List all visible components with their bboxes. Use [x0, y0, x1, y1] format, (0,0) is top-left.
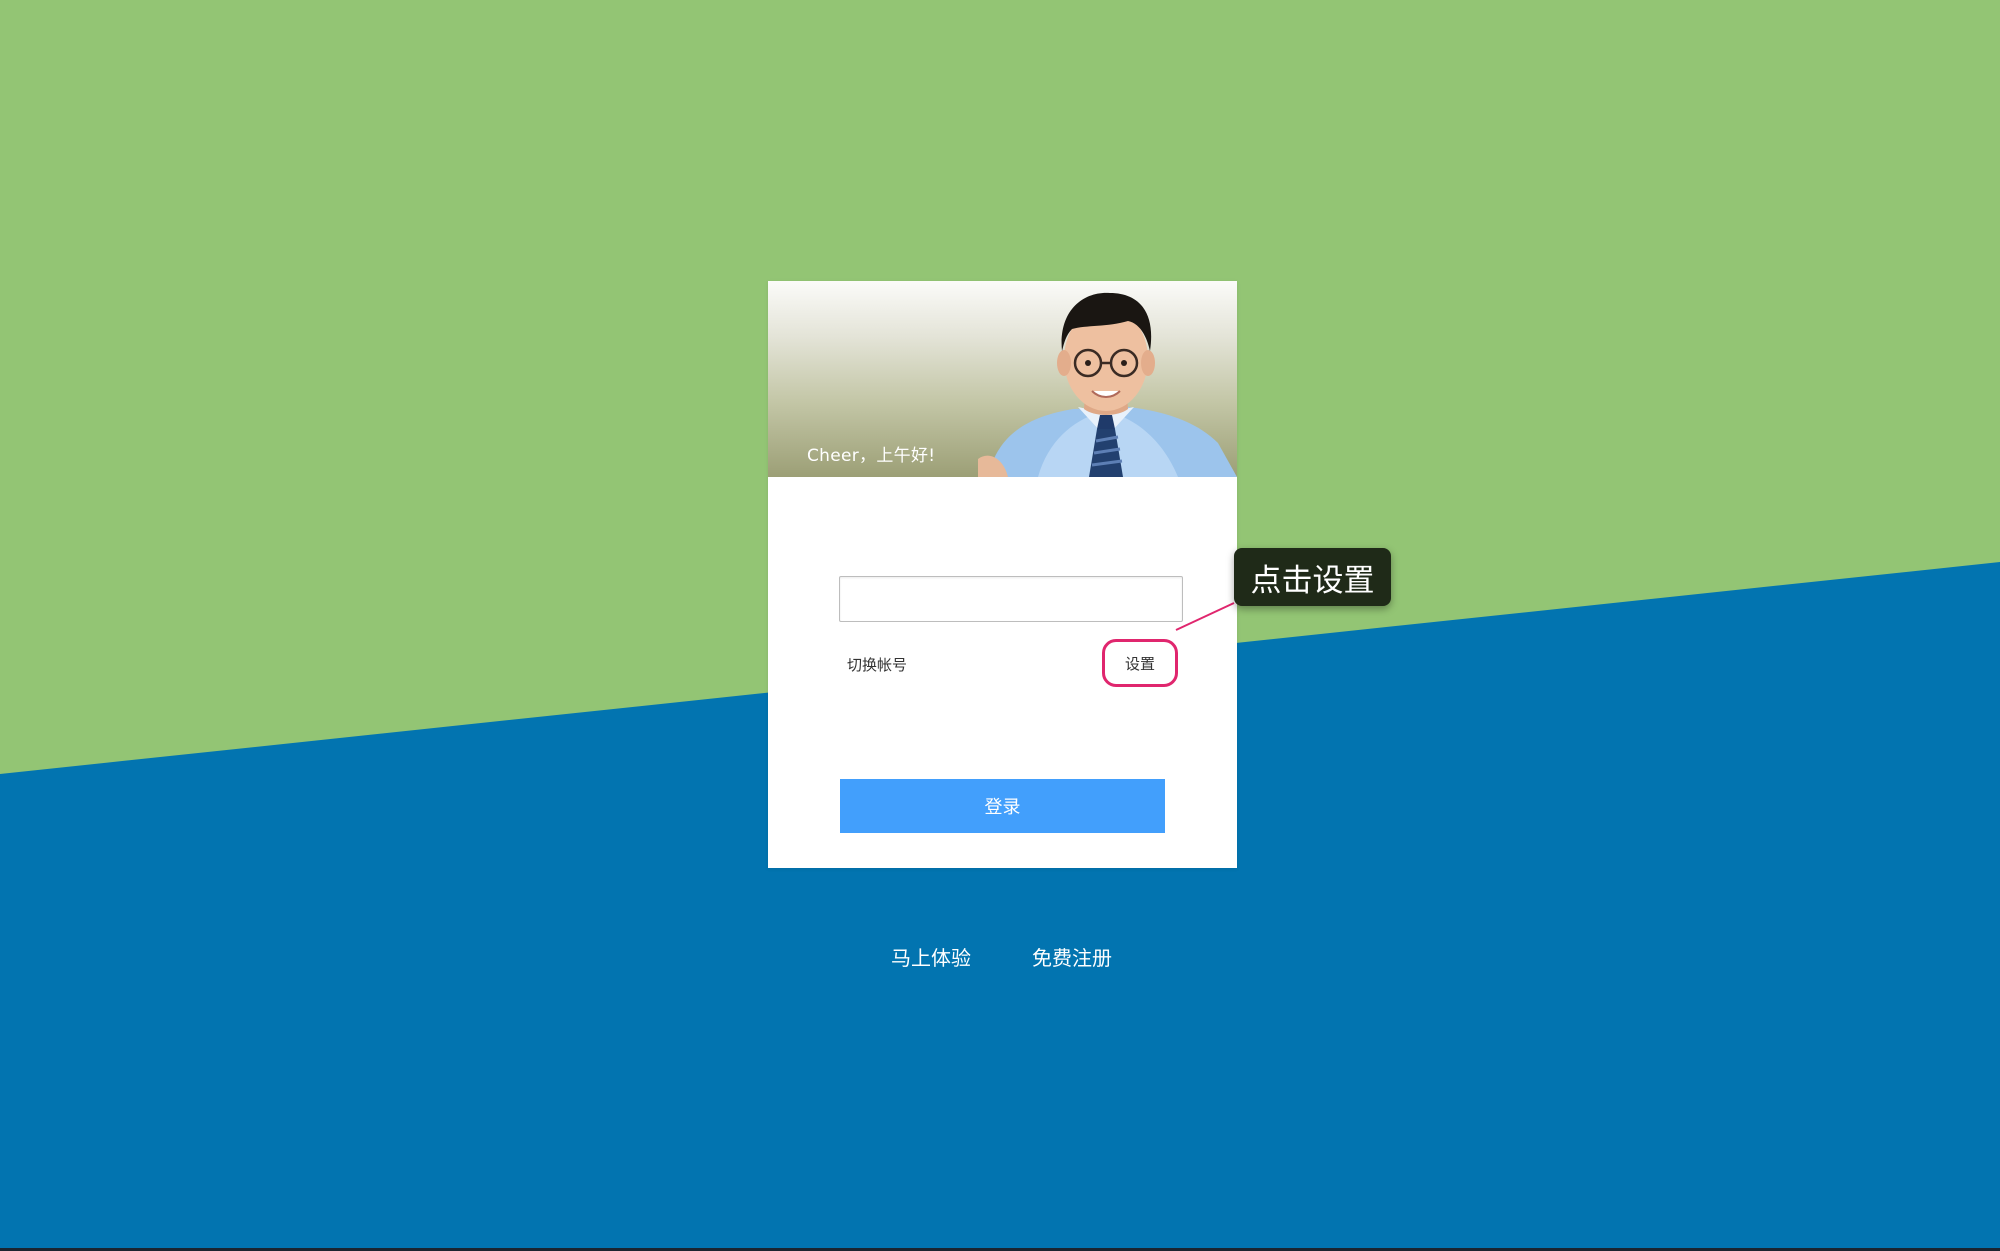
switch-account-link[interactable]: 切换帐号 [847, 654, 907, 675]
settings-button[interactable]: 设置 [1102, 639, 1178, 687]
login-page: Cheer，上午好! 切换帐号 设置 登录 点击设置 马上体验 免费注册 [0, 0, 2000, 1251]
greeting-text: Cheer，上午好! [807, 446, 936, 466]
annotation-tooltip: 点击设置 [1234, 548, 1391, 606]
annotation-text: 点击设置 [1250, 562, 1375, 599]
welcome-banner: Cheer，上午好! [768, 281, 1237, 477]
try-now-link[interactable]: 马上体验 [891, 942, 971, 971]
free-register-link[interactable]: 免费注册 [1032, 942, 1112, 971]
login-card: Cheer，上午好! 切换帐号 设置 登录 [768, 281, 1237, 868]
footer-links: 马上体验 免费注册 [0, 942, 2000, 972]
settings-label: 设置 [1124, 654, 1155, 673]
portrait-photo [978, 292, 1237, 477]
login-button[interactable]: 登录 [840, 779, 1165, 833]
account-input[interactable] [839, 576, 1183, 622]
